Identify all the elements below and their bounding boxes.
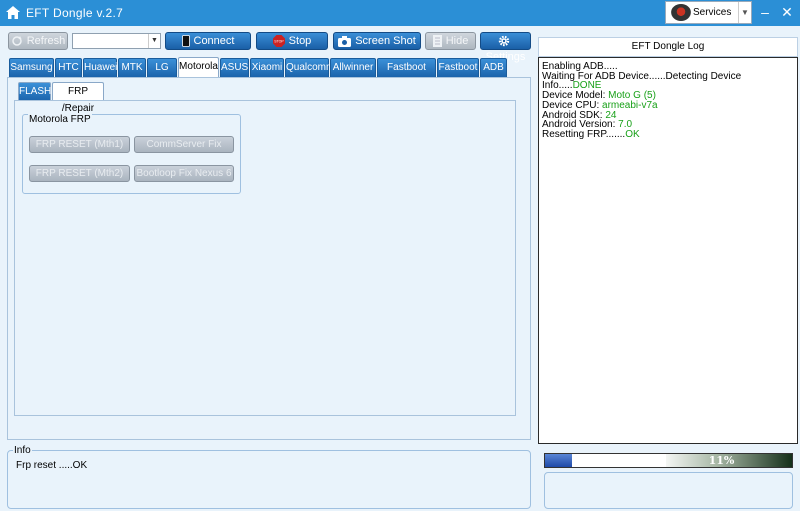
log-title: EFT Dongle Log <box>538 37 798 57</box>
log-output: Enabling ADB..... Waiting For ADB Device… <box>538 57 798 444</box>
settings-button[interactable]: Settings <box>480 32 531 63</box>
hide-icon <box>432 35 442 48</box>
status-box <box>544 472 793 509</box>
services-label: Services <box>693 7 732 18</box>
group-title: Motorola FRP <box>28 114 92 125</box>
progress-label: 11% <box>708 454 735 467</box>
minimize-icon[interactable]: – <box>756 3 774 21</box>
window-title: EFT Dongle v.2.7 <box>26 6 124 20</box>
motorola-frp-group: Motorola FRP <box>22 114 241 194</box>
subtab-frp-repair[interactable]: FRP /Repair <box>52 82 104 114</box>
tab-adb[interactable]: ADB <box>480 58 507 77</box>
tab-allwinner[interactable]: Allwinner <box>330 58 376 77</box>
info-panel: Info Frp reset .....OK <box>7 445 531 509</box>
tab-qualcomm[interactable]: Qualcomm <box>285 58 334 77</box>
tab-huawei[interactable]: Huawei <box>83 58 117 77</box>
log-line: Waiting For ADB Device......Detecting De… <box>542 71 794 91</box>
services-logo-icon <box>671 4 691 21</box>
connect-label: Connect <box>193 35 235 47</box>
services-dropdown[interactable]: Services ▼ <box>665 1 752 24</box>
commserver-fix-button[interactable]: CommServer Fix <box>134 136 234 153</box>
gear-icon <box>498 35 509 47</box>
stop-button[interactable]: STOP Stop <box>256 32 328 50</box>
stop-label: Stop <box>288 35 312 47</box>
progress-bar: 11% <box>544 453 793 468</box>
svg-text:STOP: STOP <box>274 40 284 44</box>
tab-fastboot[interactable]: Fastboot <box>437 58 479 77</box>
log-value: OK <box>625 128 640 140</box>
tab-mtk[interactable]: MTK <box>118 58 146 77</box>
screenshot-button[interactable]: Screen Shot <box>333 32 421 50</box>
tab-fastboot-root[interactable]: Fastboot Root <box>377 58 436 90</box>
connect-button[interactable]: Connect <box>165 32 251 50</box>
tab-lg[interactable]: LG <box>147 58 177 77</box>
device-combo[interactable]: ▼ <box>72 33 161 49</box>
tab-motorola[interactable]: Motorola <box>178 57 219 77</box>
tab-asus[interactable]: ASUS <box>220 58 249 77</box>
stop-icon: STOP <box>272 35 285 48</box>
info-title: Info <box>13 445 32 456</box>
tab-htc[interactable]: HTC <box>55 58 82 77</box>
log-line: Resetting FRP.......OK <box>542 128 794 140</box>
tab-samsung[interactable]: Samsung <box>9 58 54 77</box>
hide-button[interactable]: Hide <box>425 32 476 50</box>
screenshot-label: Screen Shot <box>355 35 416 47</box>
refresh-button[interactable]: Refresh <box>8 32 68 50</box>
bootloop-fix-nexus6-button[interactable]: Bootloop Fix Nexus 6 <box>134 165 234 182</box>
refresh-label: Refresh <box>26 35 66 47</box>
chevron-down-icon[interactable]: ▼ <box>738 2 751 23</box>
subtab-flash[interactable]: FLASH <box>18 82 51 101</box>
frp-reset-mth2-button[interactable]: FRP RESET (Mth2) <box>29 165 130 182</box>
phone-icon <box>181 35 190 47</box>
title-bar: EFT Dongle v.2.7 Services ▼ – ✕ <box>0 0 800 26</box>
log-text: Resetting FRP....... <box>542 128 626 140</box>
refresh-icon <box>11 36 22 46</box>
close-icon[interactable]: ✕ <box>778 3 796 21</box>
frp-reset-mth1-button[interactable]: FRP RESET (Mth1) <box>29 136 130 153</box>
tab-xiaomi[interactable]: Xiaomi <box>250 58 284 77</box>
info-text: Frp reset .....OK <box>16 460 88 471</box>
chevron-down-icon[interactable]: ▼ <box>148 34 160 48</box>
camera-icon <box>338 35 352 47</box>
hide-label: Hide <box>445 35 469 47</box>
home-icon[interactable] <box>6 6 20 19</box>
